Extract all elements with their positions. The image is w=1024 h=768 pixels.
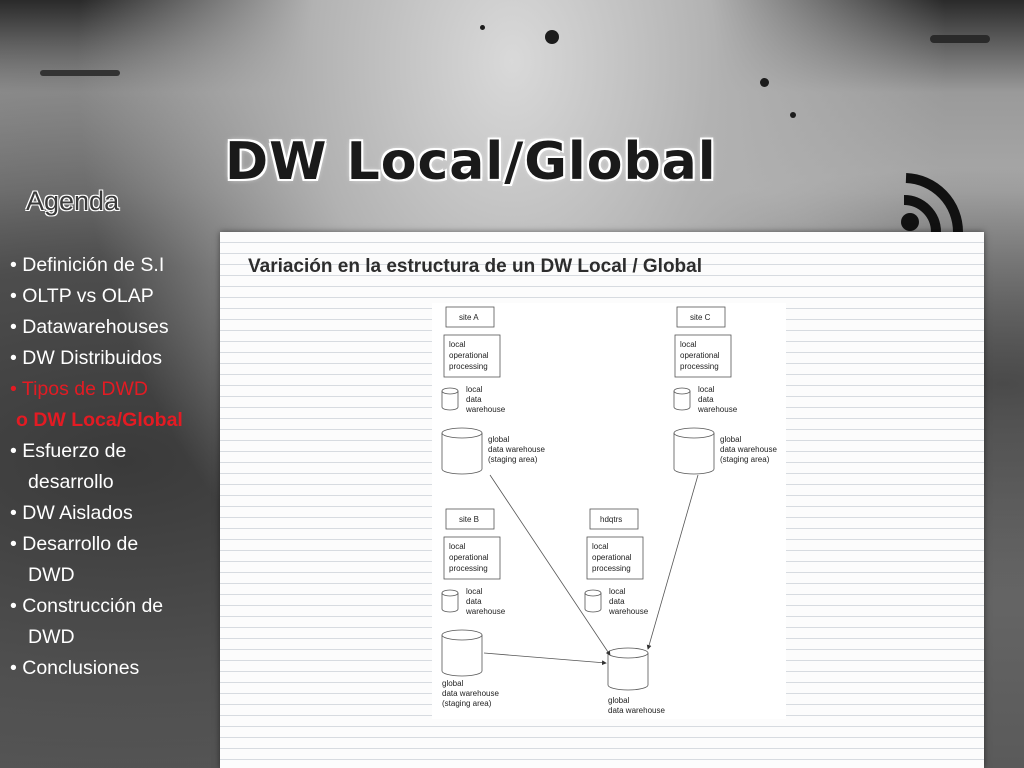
diagram-label: local [609,587,626,596]
agenda-subitem-active[interactable]: o DW Loca/Global [10,405,225,436]
agenda-item[interactable]: • Construcción de [10,591,225,622]
ink-splat-decoration [545,30,559,44]
hq-global-dw-icon [607,653,649,691]
diagram-label: local [449,340,466,349]
site-c-global-dw-icon [673,433,715,475]
diagram-label: warehouse [608,607,649,616]
diagram-label: data [466,597,482,606]
diagram-label: processing [592,564,631,573]
diagram-label: global [720,435,742,444]
slide-subtitle: Variación en la estructura de un DW Loca… [248,256,702,277]
diagram-label: data warehouse [488,445,545,454]
diagram-label: data [466,395,482,404]
agenda-item[interactable]: • Conclusiones [10,653,225,684]
diagram-label: local [680,340,697,349]
diagram-label: data warehouse [720,445,777,454]
agenda-item[interactable]: • Desarrollo de [10,529,225,560]
diagram-label: processing [449,362,488,371]
diagram-label: processing [449,564,488,573]
agenda-item[interactable]: • Datawarehouses [10,312,225,343]
site-b-global-dw-icon [441,635,483,677]
diagram-label: global [442,679,464,688]
diagram-label: (staging area) [442,699,492,708]
diagram-label: (staging area) [720,455,770,464]
agenda-item-active[interactable]: • Tipos de DWD [10,374,225,405]
diagram-label: local [592,542,609,551]
agenda-item-continuation[interactable]: desarrollo [10,467,225,498]
agenda-item[interactable]: • Definición de S.I [10,250,225,281]
page-title: DW Local/Global [225,132,717,192]
agenda-heading: Agenda [26,186,120,216]
ink-splat-decoration [790,112,796,118]
ink-splat-decoration [480,25,485,30]
diagram-label: warehouse [465,405,506,414]
site-a-global-dw-icon [441,433,483,475]
diagram-label: local [466,385,483,394]
agenda-item-continuation[interactable]: DWD [10,560,225,591]
ink-splat-decoration [930,35,990,43]
diagram-label: local [698,385,715,394]
arrow-site-c-to-hq [646,474,699,650]
diagram-label: warehouse [465,607,506,616]
agenda-item[interactable]: • DW Distribuidos [10,343,225,374]
ink-splat-decoration [40,70,120,76]
diagram-label: data warehouse [442,689,499,698]
diagram-label: processing [680,362,719,371]
diagram-label: operational [592,553,632,562]
agenda-item-continuation[interactable]: DWD [10,622,225,653]
agenda-item[interactable]: • OLTP vs OLAP [10,281,225,312]
site-c-label: site C [690,313,711,322]
diagram-label: local [466,587,483,596]
diagram-label: local [449,542,466,551]
diagram-label: operational [449,553,489,562]
diagram-label: operational [680,351,720,360]
arrow-site-b-to-hq [483,652,607,666]
diagram-label: data [609,597,625,606]
diagram-label: warehouse [697,405,738,414]
agenda-list: • Definición de S.I • OLTP vs OLAP • Dat… [10,250,225,684]
hq-label: hdqtrs [600,515,622,524]
diagram-label: data [698,395,714,404]
ink-splat-decoration [760,78,769,87]
diagram-label: data warehouse [608,706,665,715]
site-a-label: site A [459,313,479,322]
agenda-item[interactable]: • Esfuerzo de [10,436,225,467]
diagram-label: global [488,435,510,444]
diagram-label: global [608,696,630,705]
dw-local-global-diagram: site A local operational processing loca… [432,303,786,719]
agenda-item[interactable]: • DW Aislados [10,498,225,529]
diagram-label: operational [449,351,489,360]
diagram-label: (staging area) [488,455,538,464]
site-b-label: site B [459,515,479,524]
rss-feed-icon [901,173,963,233]
